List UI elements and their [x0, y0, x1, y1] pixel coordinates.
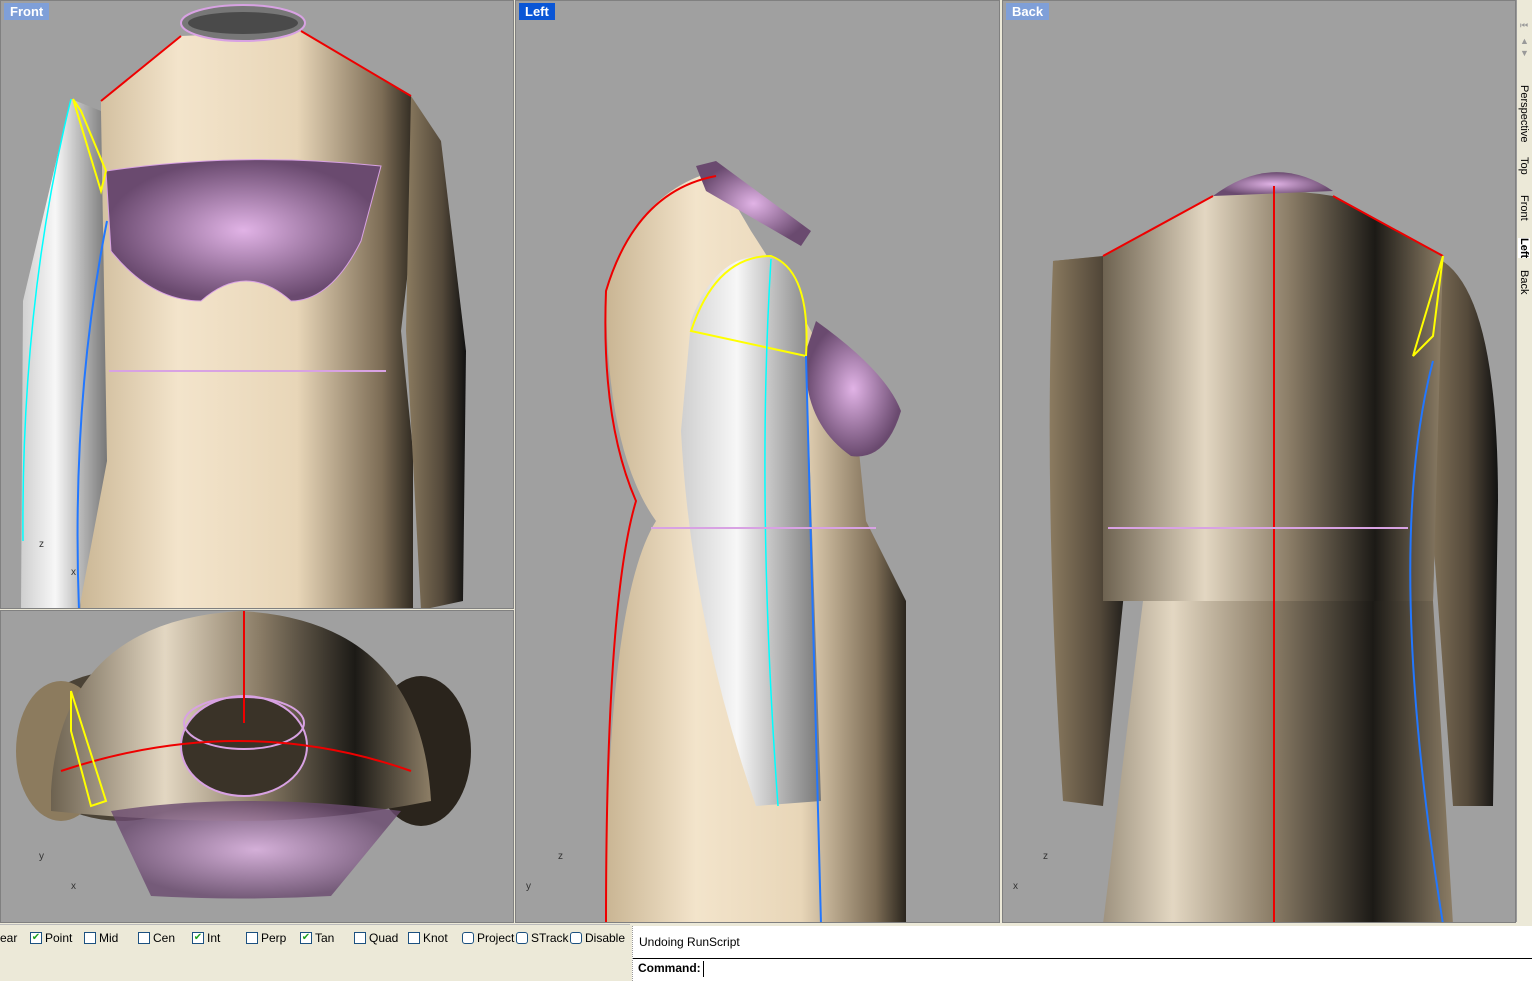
- axis-x-label: x: [71, 881, 76, 892]
- osnap-int[interactable]: ✔ Int: [192, 931, 220, 945]
- checkbox[interactable]: ✔: [300, 932, 312, 944]
- viewport-tabs: ⏮ ▲ ▼ Perspective Top Front Left Back: [1516, 0, 1532, 922]
- top-viewport[interactable]: y x: [0, 610, 514, 923]
- osnap-label: STrack: [531, 931, 569, 945]
- prev-tab-icon[interactable]: ▲: [1520, 36, 1529, 46]
- tab-perspective[interactable]: Perspective: [1518, 85, 1530, 142]
- tab-front[interactable]: Front: [1518, 195, 1530, 221]
- checkbox[interactable]: [462, 932, 474, 944]
- back-viewport[interactable]: Back z x: [1002, 0, 1516, 923]
- checkbox[interactable]: [570, 932, 582, 944]
- osnap-label: Point: [45, 931, 73, 945]
- osnap-bar: ear ✔ Point Mid Cen ✔ Int Perp ✔ Tan Quad K…: [0, 924, 630, 981]
- axis-z-label: z: [558, 851, 563, 862]
- next-tab-icon[interactable]: ▼: [1520, 48, 1529, 58]
- viewport-label-back[interactable]: Back: [1006, 3, 1050, 20]
- viewport-label-front[interactable]: Front: [4, 3, 50, 20]
- osnap-strack[interactable]: STrack: [516, 931, 569, 945]
- tab-left[interactable]: Left: [1518, 238, 1530, 259]
- osnap-label: Mid: [99, 931, 119, 945]
- osnap-label: Tan: [315, 931, 335, 945]
- front-viewport[interactable]: Front z x: [0, 0, 514, 609]
- front-model: [21, 4, 466, 608]
- command-input[interactable]: [703, 961, 1523, 977]
- checkbox[interactable]: ✔: [30, 932, 42, 944]
- axis-x-label: x: [1013, 881, 1018, 892]
- osnap-label: Quad: [369, 931, 399, 945]
- osnap-project[interactable]: Project: [462, 931, 514, 945]
- osnap-label: Project: [477, 931, 515, 945]
- top-model: [16, 611, 471, 899]
- checkbox[interactable]: [516, 932, 528, 944]
- axis-y-label: y: [39, 851, 44, 862]
- osnap-near[interactable]: ear: [0, 931, 17, 945]
- command-prompt-label: Command:: [638, 961, 701, 975]
- osnap-disable[interactable]: Disable: [570, 931, 625, 945]
- left-model: [604, 161, 906, 922]
- checkbox[interactable]: [138, 932, 150, 944]
- osnap-knot[interactable]: Knot: [408, 931, 448, 945]
- command-history: Undoing RunScript: [639, 935, 740, 949]
- osnap-label: Perp: [261, 931, 287, 945]
- command-area: Undoing RunScript Command:: [632, 926, 1532, 981]
- osnap-label: Disable: [585, 931, 626, 945]
- left-viewport[interactable]: Left z y: [515, 0, 1000, 923]
- osnap-label: Knot: [423, 931, 448, 945]
- checkbox[interactable]: [354, 932, 366, 944]
- checkbox[interactable]: ✔: [192, 932, 204, 944]
- axis-z-label: z: [1043, 851, 1048, 862]
- command-prompt: Command:: [633, 958, 1532, 978]
- osnap-cen[interactable]: Cen: [138, 931, 175, 945]
- checkbox[interactable]: [246, 932, 258, 944]
- first-tab-icon[interactable]: ⏮: [1520, 20, 1528, 31]
- checkbox[interactable]: [84, 932, 96, 944]
- axis-z-label: z: [39, 539, 44, 550]
- osnap-perp[interactable]: Perp: [246, 931, 286, 945]
- viewport-label-left[interactable]: Left: [519, 3, 555, 20]
- osnap-quad[interactable]: Quad: [354, 931, 398, 945]
- tab-back[interactable]: Back: [1518, 270, 1530, 294]
- osnap-tan[interactable]: ✔ Tan: [300, 931, 334, 945]
- checkbox[interactable]: [408, 932, 420, 944]
- osnap-label: Cen: [153, 931, 176, 945]
- osnap-label: ear: [0, 931, 18, 945]
- osnap-mid[interactable]: Mid: [84, 931, 118, 945]
- osnap-label: Int: [207, 931, 221, 945]
- tab-top[interactable]: Top: [1518, 157, 1530, 175]
- osnap-point[interactable]: ✔ Point: [30, 931, 72, 945]
- axis-x-label: x: [71, 567, 76, 578]
- axis-y-label: y: [526, 881, 531, 892]
- back-model: [1049, 172, 1498, 922]
